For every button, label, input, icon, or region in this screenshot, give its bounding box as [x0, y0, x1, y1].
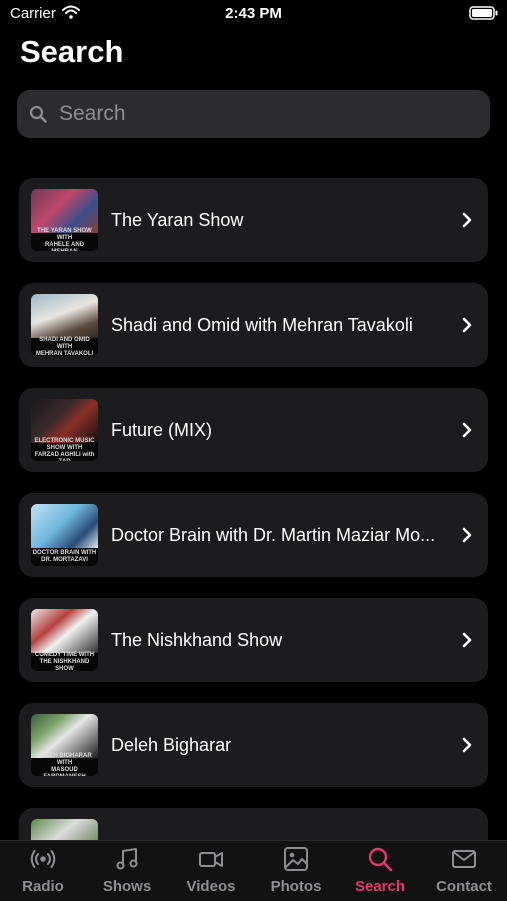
tab-photos[interactable]: Photos	[254, 841, 338, 901]
show-thumbnail-image	[31, 504, 98, 548]
status-time: 2:43 PM	[225, 5, 282, 22]
show-title: The Nishkhand Show	[111, 630, 283, 650]
thumbnail-caption-line: THE NISHKHAND SHOW	[39, 658, 90, 672]
tab-search[interactable]: Search	[338, 841, 422, 901]
search-bar[interactable]	[17, 90, 490, 138]
thumbnail-caption-line: SHADI AND OMID WITH	[39, 336, 90, 350]
tab-label: Search	[354, 878, 406, 895]
show-title: Future (MIX)	[111, 420, 213, 440]
show-thumbnail-image	[31, 714, 98, 758]
show-title: Doctor Brain with Dr. Martin Maziar Mo..…	[111, 525, 436, 545]
music-note-icon	[116, 848, 138, 870]
show-thumbnail-caption: COMEDY TIME WITH THE NISHKHAND SHOW	[31, 651, 98, 672]
show-title	[111, 808, 453, 840]
show-thumbnail: DOCTOR BRAIN WITH DR. MORTAZAVI	[31, 504, 98, 566]
show-thumbnail: DELEH BIGHARAR WITHMASOUD FARDMANESH	[31, 714, 98, 776]
envelope-icon	[452, 850, 476, 868]
show-thumbnail-image	[31, 819, 98, 840]
show-thumbnail-image	[31, 189, 98, 233]
show-card[interactable]: DELEH BIGHARAR WITHMASOUD FARDMANESH Dele…	[19, 703, 488, 787]
tab-videos[interactable]: Videos	[169, 841, 253, 901]
photo-icon	[284, 847, 308, 871]
tab-radio[interactable]: Radio	[1, 841, 85, 901]
thumbnail-caption-line: DELEH BIGHARAR WITH	[37, 753, 92, 766]
tab-label: Shows	[102, 878, 152, 895]
tab-contact[interactable]: Contact	[422, 841, 506, 901]
show-thumbnail-caption: ELECTRONIC MUSIC SHOW WITH FARZAD AGHILI …	[31, 438, 98, 461]
thumbnail-caption-line: RAHELE AND MEHRAN	[44, 242, 85, 251]
chevron-right-icon	[462, 212, 472, 228]
chevron-right-icon	[462, 737, 472, 753]
show-thumbnail: THE YARAN SHOW WITHRAHELE AND MEHRAN	[31, 189, 98, 251]
radio-icon	[30, 850, 56, 868]
show-thumbnail	[31, 819, 98, 840]
show-card[interactable]: THE YARAN SHOW WITHRAHELE AND MEHRAN The …	[19, 178, 488, 262]
thumbnail-caption-line: COMEDY TIME WITH	[34, 651, 95, 658]
show-title: The Yaran Show	[111, 210, 244, 230]
tab-label: Contact	[436, 878, 492, 895]
thumbnail-caption-line: ELECTRONIC MUSIC SHOW WITH	[34, 438, 95, 451]
tab-shows[interactable]: Shows	[85, 841, 169, 901]
show-title: Deleh Bigharar	[111, 735, 232, 755]
search-icon	[368, 847, 393, 872]
video-camera-icon	[199, 852, 223, 867]
page-title: Search	[20, 34, 124, 69]
show-thumbnail-caption: DOCTOR BRAIN WITH DR. MORTAZAVI	[31, 548, 98, 566]
show-thumbnail-caption: THE YARAN SHOW WITHRAHELE AND MEHRAN	[31, 228, 98, 251]
status-bar: Carrier 2:43 PM	[0, 0, 507, 28]
thumbnail-caption-line: DOCTOR BRAIN WITH	[32, 550, 97, 556]
thumbnail-caption-line: MEHRAN TAVAKOLI	[35, 350, 94, 357]
thumbnail-caption-line: THE YARAN SHOW WITH	[37, 228, 92, 241]
thumbnail-caption-line: DR. MORTAZAVI	[41, 557, 88, 563]
show-thumbnail-caption: SHADI AND OMID WITH MEHRAN TAVAKOLI	[31, 336, 98, 357]
tab-label: Radio	[22, 878, 64, 895]
search-icon	[29, 105, 47, 123]
show-thumbnail-caption: DELEH BIGHARAR WITHMASOUD FARDMANESH	[31, 753, 98, 776]
show-card[interactable]	[19, 808, 488, 840]
thumbnail-caption-line: MASOUD FARDMANESH	[43, 767, 85, 776]
tab-label: Photos	[270, 878, 322, 895]
show-card[interactable]: COMEDY TIME WITH THE NISHKHAND SHOW The Ni…	[19, 598, 488, 682]
show-list[interactable]: THE YARAN SHOW WITHRAHELE AND MEHRAN The …	[0, 178, 507, 840]
show-thumbnail-image	[31, 294, 98, 338]
tab-bar: Radio Shows Videos Photos Search Contact	[0, 840, 507, 901]
show-thumbnail: SHADI AND OMID WITH MEHRAN TAVAKOLI	[31, 294, 98, 356]
chevron-right-icon	[462, 632, 472, 648]
show-card[interactable]: ELECTRONIC MUSIC SHOW WITH FARZAD AGHILI …	[19, 388, 488, 472]
show-card[interactable]: SHADI AND OMID WITH MEHRAN TAVAKOLI Shadi …	[19, 283, 488, 367]
battery-icon	[469, 6, 498, 20]
show-card[interactable]: DOCTOR BRAIN WITH DR. MORTAZAVI Doctor Bra…	[19, 493, 488, 577]
show-title: Shadi and Omid with Mehran Tavakoli	[111, 315, 413, 335]
chevron-right-icon	[462, 422, 472, 438]
search-input[interactable]	[59, 90, 479, 138]
chevron-right-icon	[462, 317, 472, 333]
thumbnail-caption-line: FARZAD AGHILI with ZAD	[34, 452, 95, 461]
show-thumbnail-image	[31, 609, 98, 653]
tab-label: Videos	[186, 878, 236, 895]
show-thumbnail: COMEDY TIME WITH THE NISHKHAND SHOW	[31, 609, 98, 671]
chevron-right-icon	[462, 527, 472, 543]
show-thumbnail-image	[31, 399, 98, 443]
show-thumbnail: ELECTRONIC MUSIC SHOW WITH FARZAD AGHILI …	[31, 399, 98, 461]
